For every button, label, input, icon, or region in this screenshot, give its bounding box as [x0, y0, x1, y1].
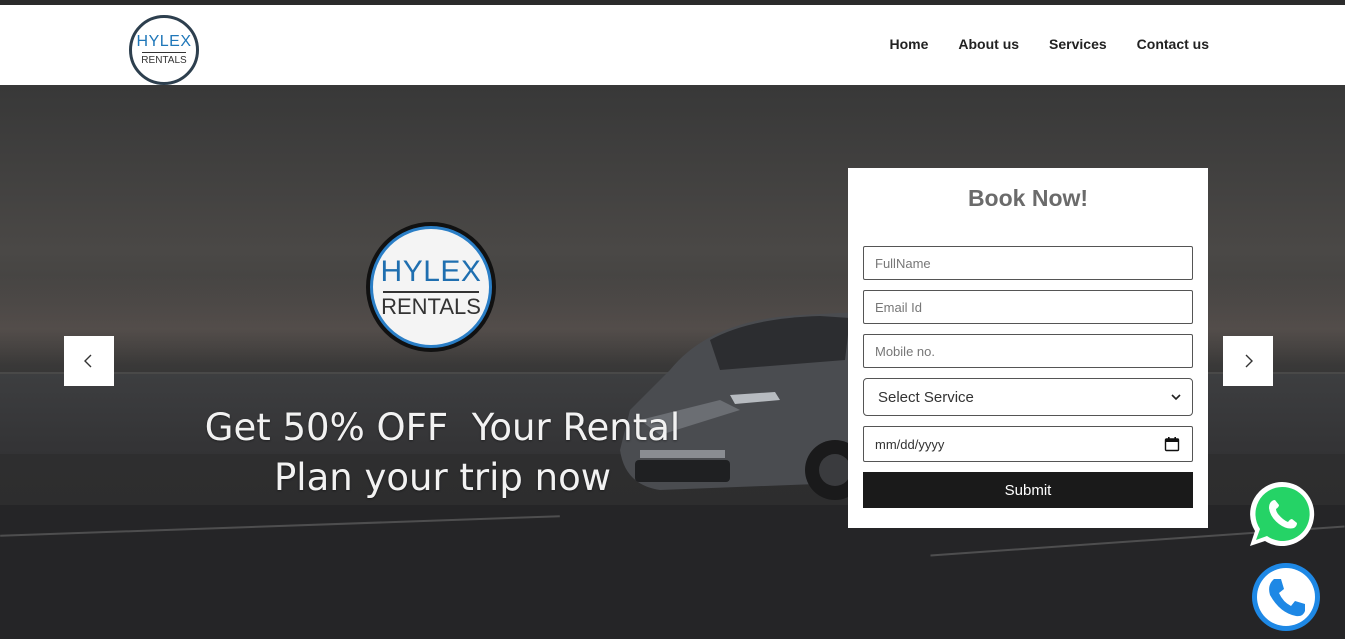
email-input[interactable]: Email Id: [863, 290, 1193, 324]
promo-subline: Plan your trip now: [273, 456, 612, 499]
booking-form: Book Now! FullName Email Id Mobile no. S…: [848, 168, 1208, 528]
nav-home[interactable]: Home: [889, 36, 928, 52]
hero-logo-text-primary: HYLEX: [380, 254, 482, 288]
hero-logo-divider: [383, 290, 479, 293]
whatsapp-button[interactable]: [1247, 479, 1317, 549]
nav-contact-us[interactable]: Contact us: [1137, 36, 1209, 52]
chevron-down-icon: [1171, 394, 1181, 401]
mobile-input[interactable]: Mobile no.: [863, 334, 1193, 368]
whatsapp-icon: [1250, 481, 1315, 546]
phone-icon: [1252, 563, 1320, 631]
carousel-next-button[interactable]: [1223, 336, 1273, 386]
date-placeholder: mm/dd/yyyy: [875, 436, 945, 452]
logo-text-secondary: RENTALS: [141, 55, 187, 66]
calendar-icon[interactable]: [1164, 436, 1180, 452]
service-select[interactable]: Select Service: [863, 378, 1193, 416]
carousel-prev-button[interactable]: [64, 336, 114, 386]
booking-title: Book Now!: [967, 185, 1089, 211]
site-header: HYLEX RENTALS Home About us Services Con…: [0, 5, 1345, 85]
submit-button[interactable]: Submit: [863, 472, 1193, 508]
chevron-left-icon: [84, 354, 92, 368]
nav-about-us[interactable]: About us: [958, 36, 1019, 52]
date-input[interactable]: mm/dd/yyyy: [863, 426, 1193, 462]
nav-services[interactable]: Services: [1049, 36, 1107, 52]
chevron-right-icon: [1245, 354, 1253, 368]
mobile-placeholder: Mobile no.: [875, 343, 935, 359]
promo-headline: Get 50% OFF Your Rental: [204, 406, 681, 449]
email-placeholder: Email Id: [875, 299, 922, 315]
service-select-value: Select Service: [878, 388, 974, 406]
promo-text: Get 50% OFF Your Rental Plan your trip n…: [190, 403, 695, 503]
fullname-placeholder: FullName: [875, 255, 931, 271]
hero-carousel: HYLEX RENTALS Get 50% OFF Your Rental Pl…: [0, 85, 1345, 639]
header-logo[interactable]: HYLEX RENTALS: [129, 15, 199, 85]
logo-text-primary: HYLEX: [136, 33, 192, 50]
hero-logo: HYLEX RENTALS: [366, 222, 496, 352]
logo-divider: [142, 52, 186, 53]
fullname-input[interactable]: FullName: [863, 246, 1193, 280]
call-button[interactable]: [1250, 561, 1322, 633]
main-nav: Home About us Services Contact us: [889, 36, 1209, 52]
hero-logo-text-secondary: RENTALS: [381, 293, 481, 319]
